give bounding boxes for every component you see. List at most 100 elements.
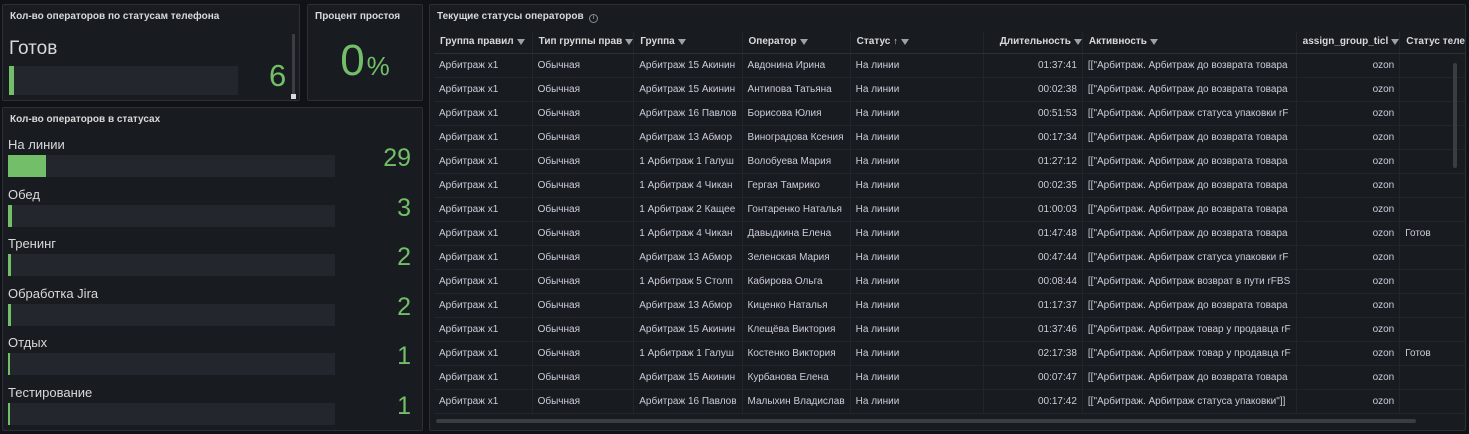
- filter-icon[interactable]: [900, 38, 909, 45]
- panel-title[interactable]: Кол-во операторов по статусам телефона: [10, 11, 219, 22]
- table-cell: Авдонина Ирина: [741, 53, 851, 78]
- filter-icon[interactable]: [1391, 38, 1400, 45]
- table-cell: ozon: [1295, 197, 1400, 222]
- table-row[interactable]: Арбитраж х1 Обычная Арбитраж 16 Павлов Бори…: [434, 101, 1465, 126]
- resize-handle[interactable]: [291, 94, 296, 99]
- status-bar-fill: [8, 353, 10, 375]
- column-header-label: Активность: [1088, 36, 1147, 48]
- column-header-label: Оператор: [748, 36, 797, 48]
- table-cell: [["Арбитраж. Арбитраж до возврата товара: [1081, 293, 1297, 318]
- table-cell: [["Арбитраж. Арбитраж до возврата товара: [1081, 149, 1297, 174]
- info-icon[interactable]: i: [589, 14, 598, 23]
- column-header[interactable]: Тип группы прав: [531, 31, 634, 54]
- table-row[interactable]: Арбитраж х1 Обычная Арбитраж 16 Павлов Малы…: [434, 389, 1465, 414]
- status-bar: [8, 204, 335, 227]
- status-label: Обед: [8, 186, 40, 202]
- table-cell: Обычная: [531, 293, 634, 318]
- table-cell: ozon: [1295, 53, 1400, 78]
- status-bar: [8, 254, 335, 276]
- vertical-scrollbar[interactable]: [1453, 63, 1457, 168]
- column-header[interactable]: Группа: [633, 31, 743, 54]
- table-row[interactable]: Арбитраж х1 Обычная 1 Арбитраж 2 Кащее Гонт…: [434, 197, 1465, 222]
- table-row[interactable]: Арбитраж х1 Обычная 1 Арбитраж 1 Галуш Воло…: [434, 149, 1465, 174]
- table-cell: [1399, 245, 1465, 270]
- table-cell: На линии: [849, 101, 984, 126]
- table-row[interactable]: Арбитраж х1 Обычная Арбитраж 15 Акинин Клещ…: [434, 317, 1465, 342]
- table-row[interactable]: Арбитраж х1 Обычная Арбитраж 13 Абмор Виног…: [434, 125, 1465, 150]
- table-row[interactable]: Арбитраж х1 Обычная 1 Арбитраж 4 Чикан Герг…: [434, 173, 1465, 198]
- phone-status-label: Готов: [9, 38, 58, 59]
- table-cell: Арбитраж х1: [434, 245, 533, 270]
- table-cell: 00:17:42: [983, 389, 1083, 414]
- status-label: На линии: [8, 137, 65, 152]
- table-cell: Арбитраж х1: [434, 101, 533, 126]
- table-row[interactable]: Арбитраж х1 Обычная 1 Арбитраж 5 Столп Каби…: [434, 269, 1465, 294]
- filter-icon[interactable]: [677, 38, 686, 45]
- column-header[interactable]: Длительность: [983, 31, 1083, 54]
- status-count: 1: [397, 391, 411, 420]
- filter-icon[interactable]: [1149, 38, 1158, 45]
- column-header-label: Тип группы прав: [538, 36, 623, 48]
- horizontal-scrollbar[interactable]: [436, 419, 1416, 423]
- panel-title[interactable]: Текущие статусы операторов: [437, 11, 584, 22]
- sort-ascending-icon[interactable]: ↑: [893, 36, 898, 46]
- column-header[interactable]: Активность: [1081, 31, 1297, 54]
- table-cell: 00:47:44: [983, 245, 1083, 270]
- status-bar: [8, 353, 335, 375]
- status-bar-row: Обработка Jira 2: [3, 286, 422, 335]
- table-cell: 1 Арбитраж 5 Столп: [633, 269, 743, 294]
- column-header[interactable]: Статус ↑: [849, 31, 984, 54]
- table-cell: [["Арбитраж. Арбитраж товар у продавца r…: [1081, 341, 1297, 366]
- table-cell: ozon: [1295, 173, 1400, 198]
- table-cell: Обычная: [531, 245, 634, 270]
- status-bar-row: Отдых 1: [3, 335, 422, 384]
- table-cell: [["Арбитраж. Арбитраж статуса упаковки r…: [1081, 101, 1297, 126]
- table-cell: Арбитраж 15 Акинин: [633, 77, 743, 102]
- column-header-label: assign_group_ticl: [1302, 36, 1389, 48]
- table-cell: Арбитраж х1: [434, 197, 533, 222]
- table-cell: 01:37:46: [983, 317, 1083, 342]
- status-bar: [8, 402, 335, 425]
- table-cell: ozon: [1295, 341, 1400, 366]
- table-row[interactable]: Арбитраж х1 Обычная Арбитраж 13 Абмор Кицен…: [434, 293, 1465, 318]
- column-header[interactable]: Оператор: [741, 31, 851, 54]
- table-cell: 00:51:53: [983, 101, 1083, 126]
- table-row[interactable]: Арбитраж х1 Обычная Арбитраж 13 Абмор Зелен…: [434, 245, 1465, 270]
- table-cell: Обычная: [531, 173, 634, 198]
- table-row[interactable]: Арбитраж х1 Обычная Арбитраж 15 Акинин Курб…: [434, 365, 1465, 390]
- panel-title[interactable]: Кол-во операторов в статусах: [10, 114, 160, 125]
- column-header[interactable]: Группа правил: [434, 31, 533, 54]
- table-row[interactable]: Арбитраж х1 Обычная Арбитраж 15 Акинин Анти…: [434, 77, 1465, 102]
- status-bar-row: На линии 29: [3, 137, 422, 186]
- phone-status-bar: [9, 66, 238, 95]
- table-cell: На линии: [849, 173, 984, 198]
- table-cell: 02:17:38: [983, 341, 1083, 366]
- column-header[interactable]: assign_group_ticl: [1295, 31, 1400, 54]
- table-cell: Кабирова Ольга: [741, 269, 851, 294]
- table-row[interactable]: Арбитраж х1 Обычная 1 Арбитраж 1 Галуш Кост…: [434, 341, 1465, 366]
- filter-icon[interactable]: [1073, 38, 1082, 45]
- panel-title[interactable]: Процент простоя: [315, 11, 400, 22]
- table-cell: Обычная: [531, 77, 634, 102]
- table-cell: На линии: [849, 293, 984, 318]
- status-count: 1: [397, 342, 411, 370]
- table-cell: ozon: [1295, 101, 1400, 126]
- table-cell: Арбитраж х1: [434, 149, 533, 174]
- filter-icon[interactable]: [799, 38, 808, 45]
- table-cell: На линии: [849, 365, 984, 390]
- idle-percent-panel: Процент простоя 0%: [307, 4, 423, 101]
- status-label: Отдых: [8, 335, 48, 350]
- table-cell: [["Арбитраж. Арбитраж товар у продавца r…: [1081, 317, 1297, 342]
- table-cell: ozon: [1295, 317, 1400, 342]
- column-header[interactable]: Статус теле: [1399, 31, 1465, 54]
- table-row[interactable]: Арбитраж х1 Обычная Арбитраж 15 Акинин Авдо…: [434, 53, 1465, 78]
- column-header-label: Группа правил: [440, 36, 514, 48]
- panel-scrollbar[interactable]: [292, 34, 295, 96]
- status-bar-row: Тестирование 1: [3, 385, 422, 431]
- table-cell: ozon: [1295, 293, 1400, 318]
- status-count: 2: [397, 243, 411, 271]
- table-row[interactable]: Арбитраж х1 Обычная 1 Арбитраж 4 Чикан Давы…: [434, 221, 1465, 246]
- filter-icon[interactable]: [625, 38, 634, 45]
- table-cell: Арбитраж х1: [434, 221, 533, 246]
- filter-icon[interactable]: [516, 38, 525, 45]
